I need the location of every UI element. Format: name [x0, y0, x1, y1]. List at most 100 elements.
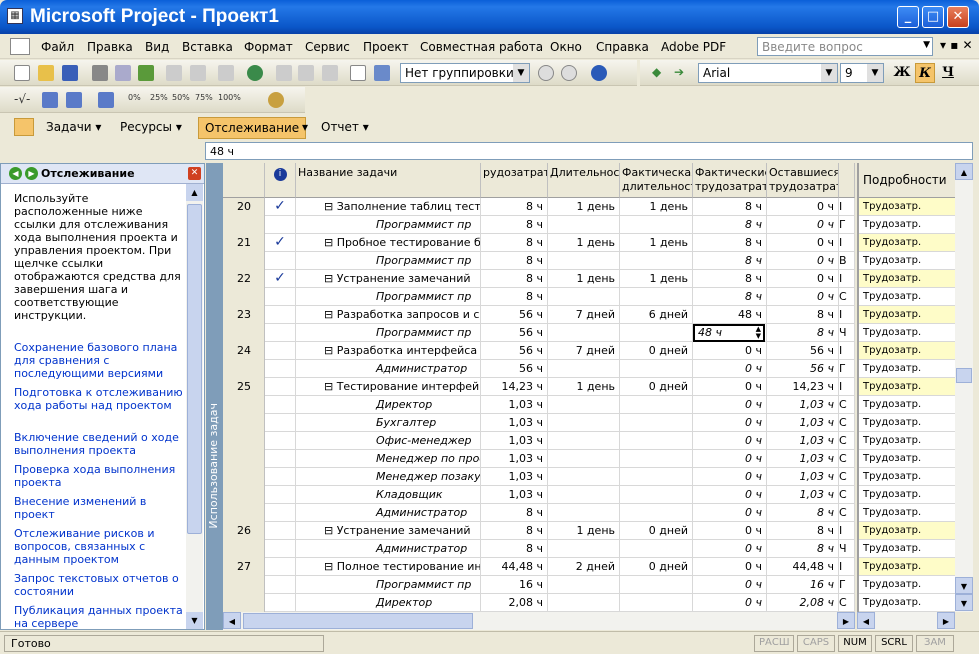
- copy-icon[interactable]: [166, 65, 182, 81]
- progress-lines-icon[interactable]: [98, 92, 114, 108]
- duration-cell[interactable]: 1 день: [548, 378, 620, 396]
- work-cell[interactable]: 8 ч: [481, 270, 548, 288]
- underline-button[interactable]: Ч: [938, 63, 958, 83]
- close-icon[interactable]: ✕: [188, 167, 201, 180]
- actual-work-cell[interactable]: 0 ч: [693, 342, 767, 360]
- remaining-work-cell[interactable]: 14,23 ч: [767, 378, 839, 396]
- actual-work-cell[interactable]: 8 ч: [693, 288, 767, 306]
- scroll-right-icon[interactable]: ▶: [937, 612, 955, 629]
- row-number[interactable]: [223, 594, 265, 612]
- work-cell[interactable]: 8 ч: [481, 234, 548, 252]
- extra-cell[interactable]: С: [839, 594, 855, 612]
- actual-duration-cell[interactable]: [620, 216, 693, 234]
- update-tasks-icon[interactable]: [42, 92, 58, 108]
- remaining-work-cell[interactable]: 16 ч: [767, 576, 839, 594]
- row-number[interactable]: [223, 504, 265, 522]
- tracking-gantt-icon[interactable]: -√-: [14, 92, 30, 108]
- actual-duration-cell[interactable]: [620, 486, 693, 504]
- assignment-row[interactable]: Директор 1,03 ч0 ч 1,03 чС: [223, 396, 855, 414]
- assignment-row[interactable]: Программист пр 8 ч8 ч0 чВ: [223, 252, 855, 270]
- menu-insert[interactable]: Вставка: [182, 40, 233, 54]
- document-icon[interactable]: [10, 38, 30, 55]
- link-include-progress[interactable]: Включение сведений о ходе выполнения про…: [14, 431, 184, 457]
- split-task-icon[interactable]: [322, 65, 338, 81]
- work-cell[interactable]: 14,23 ч: [481, 378, 548, 396]
- row-number[interactable]: [223, 414, 265, 432]
- menu-project[interactable]: Проект: [363, 40, 409, 54]
- remaining-work-cell[interactable]: 0 ч: [767, 234, 839, 252]
- duration-cell[interactable]: [548, 576, 620, 594]
- scroll-thumb[interactable]: [187, 204, 202, 534]
- duration-cell[interactable]: 2 дней: [548, 558, 620, 576]
- remaining-work-cell[interactable]: 8 ч: [767, 504, 839, 522]
- menu-tools[interactable]: Сервис: [305, 40, 350, 54]
- scroll-up-icon[interactable]: ▲: [186, 184, 203, 201]
- work-cell[interactable]: 56 ч: [481, 342, 548, 360]
- actual-work-cell[interactable]: 0 ч: [693, 414, 767, 432]
- actual-duration-cell[interactable]: [620, 504, 693, 522]
- duration-cell[interactable]: 7 дней: [548, 306, 620, 324]
- extra-cell[interactable]: Г: [839, 216, 855, 234]
- actual-work-cell[interactable]: 0 ч: [693, 558, 767, 576]
- grouping-select[interactable]: Нет группировки ▼: [400, 63, 530, 83]
- row-number[interactable]: [223, 432, 265, 450]
- link-publish-server[interactable]: Публикация данных проекта на сервере: [14, 604, 184, 630]
- header-info[interactable]: i: [265, 163, 296, 198]
- actual-duration-cell[interactable]: [620, 576, 693, 594]
- scroll-left-icon[interactable]: ◀: [223, 612, 241, 629]
- unlink-tasks-icon[interactable]: [298, 65, 314, 81]
- new-icon[interactable]: [14, 65, 30, 81]
- extra-cell[interactable]: Ч: [839, 540, 855, 558]
- scroll-down-icon[interactable]: ▼: [955, 594, 973, 611]
- help-icon[interactable]: [591, 65, 607, 81]
- scroll-down-icon[interactable]: ▼: [955, 577, 973, 594]
- extra-cell[interactable]: I: [839, 558, 855, 576]
- menu-view[interactable]: Вид: [145, 40, 169, 54]
- ask-question-input[interactable]: Введите вопрос ▼: [757, 37, 933, 56]
- scroll-thumb[interactable]: [243, 613, 473, 629]
- details-header[interactable]: Подробности: [859, 163, 955, 198]
- actual-work-cell[interactable]: 0 ч: [693, 450, 767, 468]
- work-cell[interactable]: 1,03 ч: [481, 414, 548, 432]
- task-row[interactable]: 21 ✓ ⊟ Пробное тестирование б8 ч1 день 1 де…: [223, 234, 855, 252]
- header-task-name[interactable]: Название задачи: [296, 163, 481, 198]
- scroll-up-icon[interactable]: ▲: [955, 163, 973, 180]
- extra-cell[interactable]: С: [839, 288, 855, 306]
- actual-duration-cell[interactable]: [620, 324, 693, 342]
- task-name-cell[interactable]: Программист пр: [296, 252, 481, 270]
- assign-resources-icon[interactable]: [374, 65, 390, 81]
- forward-icon[interactable]: ▶: [25, 167, 38, 180]
- header-work[interactable]: рудозатрат: [481, 163, 548, 198]
- task-name-cell[interactable]: Программист пр: [296, 288, 481, 306]
- work-cell[interactable]: 56 ч: [481, 306, 548, 324]
- task-row[interactable]: 25 ⊟ Тестирование интерфей 14,23 ч1 день 0 …: [223, 378, 855, 396]
- extra-cell[interactable]: I: [839, 342, 855, 360]
- actual-duration-cell[interactable]: [620, 450, 693, 468]
- duration-cell[interactable]: [548, 252, 620, 270]
- percent-75-button[interactable]: 75%: [195, 93, 213, 102]
- duration-cell[interactable]: [548, 594, 620, 612]
- extra-cell[interactable]: Г: [839, 360, 855, 378]
- task-name-cell[interactable]: ⊟ Устранение замечаний: [296, 522, 481, 540]
- extra-cell[interactable]: С: [839, 396, 855, 414]
- actual-work-cell[interactable]: 0 ч: [693, 540, 767, 558]
- actual-work-cell[interactable]: 0 ч: [693, 594, 767, 612]
- actual-duration-cell[interactable]: 0 дней: [620, 558, 693, 576]
- zoom-in-icon[interactable]: [538, 65, 554, 81]
- remaining-work-cell[interactable]: 0 ч: [767, 198, 839, 216]
- actual-duration-cell[interactable]: 6 дней: [620, 306, 693, 324]
- work-cell[interactable]: 1,03 ч: [481, 486, 548, 504]
- remaining-work-cell[interactable]: 44,48 ч: [767, 558, 839, 576]
- task-name-cell[interactable]: ⊟ Полное тестирование ин: [296, 558, 481, 576]
- work-cell[interactable]: 8 ч: [481, 504, 548, 522]
- italic-button[interactable]: К: [915, 63, 935, 83]
- remaining-work-cell[interactable]: 1,03 ч: [767, 396, 839, 414]
- row-number[interactable]: [223, 450, 265, 468]
- assignment-row[interactable]: Администратор 8 ч0 ч8 чЧ: [223, 540, 855, 558]
- row-number[interactable]: 21: [223, 234, 265, 252]
- actual-duration-cell[interactable]: [620, 432, 693, 450]
- work-cell[interactable]: 1,03 ч: [481, 396, 548, 414]
- row-number[interactable]: [223, 324, 265, 342]
- task-name-cell[interactable]: Кладовщик: [296, 486, 481, 504]
- horizontal-scrollbar[interactable]: ◀ ▶: [223, 612, 855, 630]
